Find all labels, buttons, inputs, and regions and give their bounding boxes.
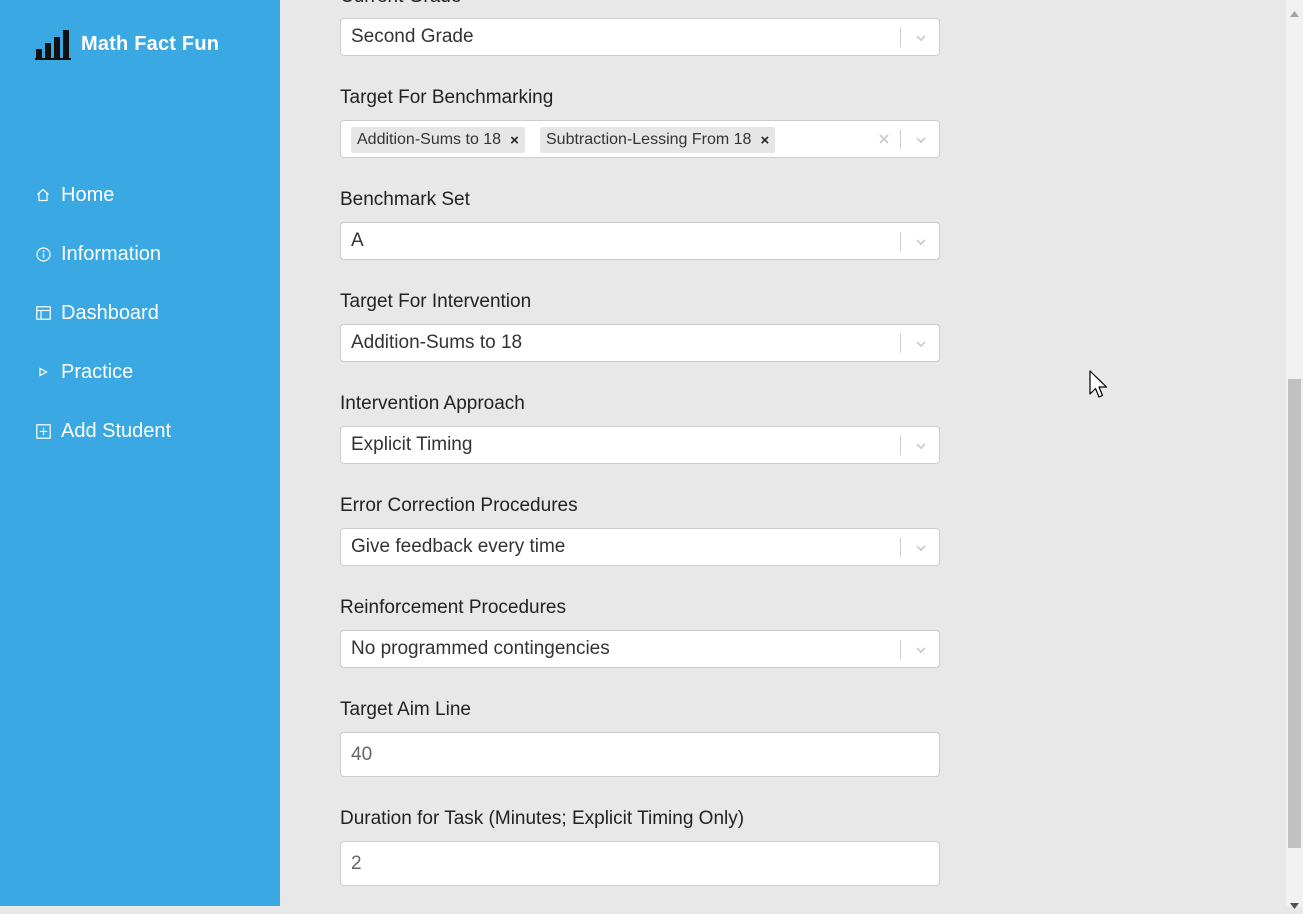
select-value: Give feedback every time	[351, 536, 566, 557]
target-aim-line-input[interactable]: 40	[340, 732, 940, 777]
input-value: 40	[351, 744, 373, 765]
play-icon	[34, 363, 52, 381]
scroll-down-icon[interactable]	[1290, 896, 1299, 909]
chevron-down-icon[interactable]	[913, 643, 929, 655]
target-intervention-label: Target For Intervention	[340, 291, 532, 312]
select-separator	[900, 28, 901, 47]
current-grade-label: Current Grade	[340, 0, 461, 8]
bar-chart-icon	[35, 28, 71, 60]
tag-label: Addition-Sums to 18	[357, 131, 502, 148]
sidebar-item-label: Add Student	[61, 419, 172, 442]
clear-all-icon[interactable]	[877, 132, 891, 146]
scroll-up-icon[interactable]	[1290, 4, 1299, 17]
sidebar-item-information[interactable]: Information	[34, 239, 161, 269]
select-separator	[900, 232, 901, 251]
sidebar-item-add-student[interactable]: Add Student	[34, 416, 171, 446]
chevron-down-icon[interactable]	[913, 337, 929, 349]
chevron-down-icon[interactable]	[913, 439, 929, 451]
chevron-down-icon[interactable]	[913, 541, 929, 553]
duration-input[interactable]: 2	[340, 841, 940, 886]
chevron-down-icon[interactable]	[913, 235, 929, 247]
sidebar: Math Fact Fun Home Information Dashboard…	[0, 0, 280, 906]
select-value: No programmed contingencies	[351, 638, 610, 659]
reinforcement-label: Reinforcement Procedures	[340, 597, 566, 618]
target-benchmarking-label: Target For Benchmarking	[340, 87, 554, 108]
target-intervention-select[interactable]: Addition-Sums to 18	[340, 324, 940, 362]
sidebar-item-label: Practice	[61, 360, 134, 383]
select-value: Explicit Timing	[351, 434, 473, 455]
mouse-cursor-icon	[1089, 370, 1109, 407]
tag-label: Subtraction-Lessing From 18	[546, 131, 752, 148]
current-grade-select[interactable]: Second Grade	[340, 18, 940, 56]
benchmark-set-label: Benchmark Set	[340, 189, 470, 210]
select-separator	[900, 130, 901, 149]
plus-square-icon	[34, 422, 52, 440]
select-value: Addition-Sums to 18	[351, 332, 523, 353]
intervention-approach-label: Intervention Approach	[340, 393, 525, 414]
info-icon	[34, 245, 52, 263]
benchmark-set-select[interactable]: A	[340, 222, 940, 260]
brand[interactable]: Math Fact Fun	[35, 28, 219, 60]
table-icon	[34, 304, 52, 322]
duration-label: Duration for Task (Minutes; Explicit Tim…	[340, 808, 745, 829]
scrollbar-thumb[interactable]	[1288, 379, 1301, 848]
select-separator	[900, 538, 901, 557]
select-separator	[900, 334, 901, 353]
remove-tag-icon[interactable]: ×	[757, 132, 775, 149]
target-benchmarking-multiselect[interactable]: Addition-Sums to 18 × Subtraction-Lessin…	[340, 120, 940, 158]
intervention-approach-select[interactable]: Explicit Timing	[340, 426, 940, 464]
select-separator	[900, 436, 901, 455]
student-form: Current Grade Second Grade Target For Be…	[280, 0, 1286, 906]
sidebar-item-home[interactable]: Home	[34, 180, 114, 210]
brand-name: Math Fact Fun	[81, 32, 220, 55]
selected-tag: Subtraction-Lessing From 18 ×	[540, 127, 776, 153]
vertical-scrollbar[interactable]	[1286, 0, 1303, 909]
sidebar-item-label: Information	[61, 242, 162, 265]
error-correction-select[interactable]: Give feedback every time	[340, 528, 940, 566]
select-separator	[900, 640, 901, 659]
error-correction-label: Error Correction Procedures	[340, 495, 578, 516]
home-icon	[34, 186, 52, 204]
chevron-down-icon[interactable]	[913, 31, 929, 43]
sidebar-item-label: Dashboard	[61, 301, 159, 324]
selected-tag: Addition-Sums to 18 ×	[351, 127, 525, 153]
target-aim-line-label: Target Aim Line	[340, 699, 471, 720]
reinforcement-select[interactable]: No programmed contingencies	[340, 630, 940, 668]
chevron-down-icon[interactable]	[913, 133, 929, 145]
sidebar-item-dashboard[interactable]: Dashboard	[34, 298, 159, 328]
sidebar-item-label: Home	[61, 183, 115, 206]
input-value: 2	[351, 853, 362, 874]
remove-tag-icon[interactable]: ×	[507, 132, 525, 149]
select-value: A	[351, 230, 364, 251]
select-value: Second Grade	[351, 26, 474, 47]
sidebar-item-practice[interactable]: Practice	[34, 357, 133, 387]
